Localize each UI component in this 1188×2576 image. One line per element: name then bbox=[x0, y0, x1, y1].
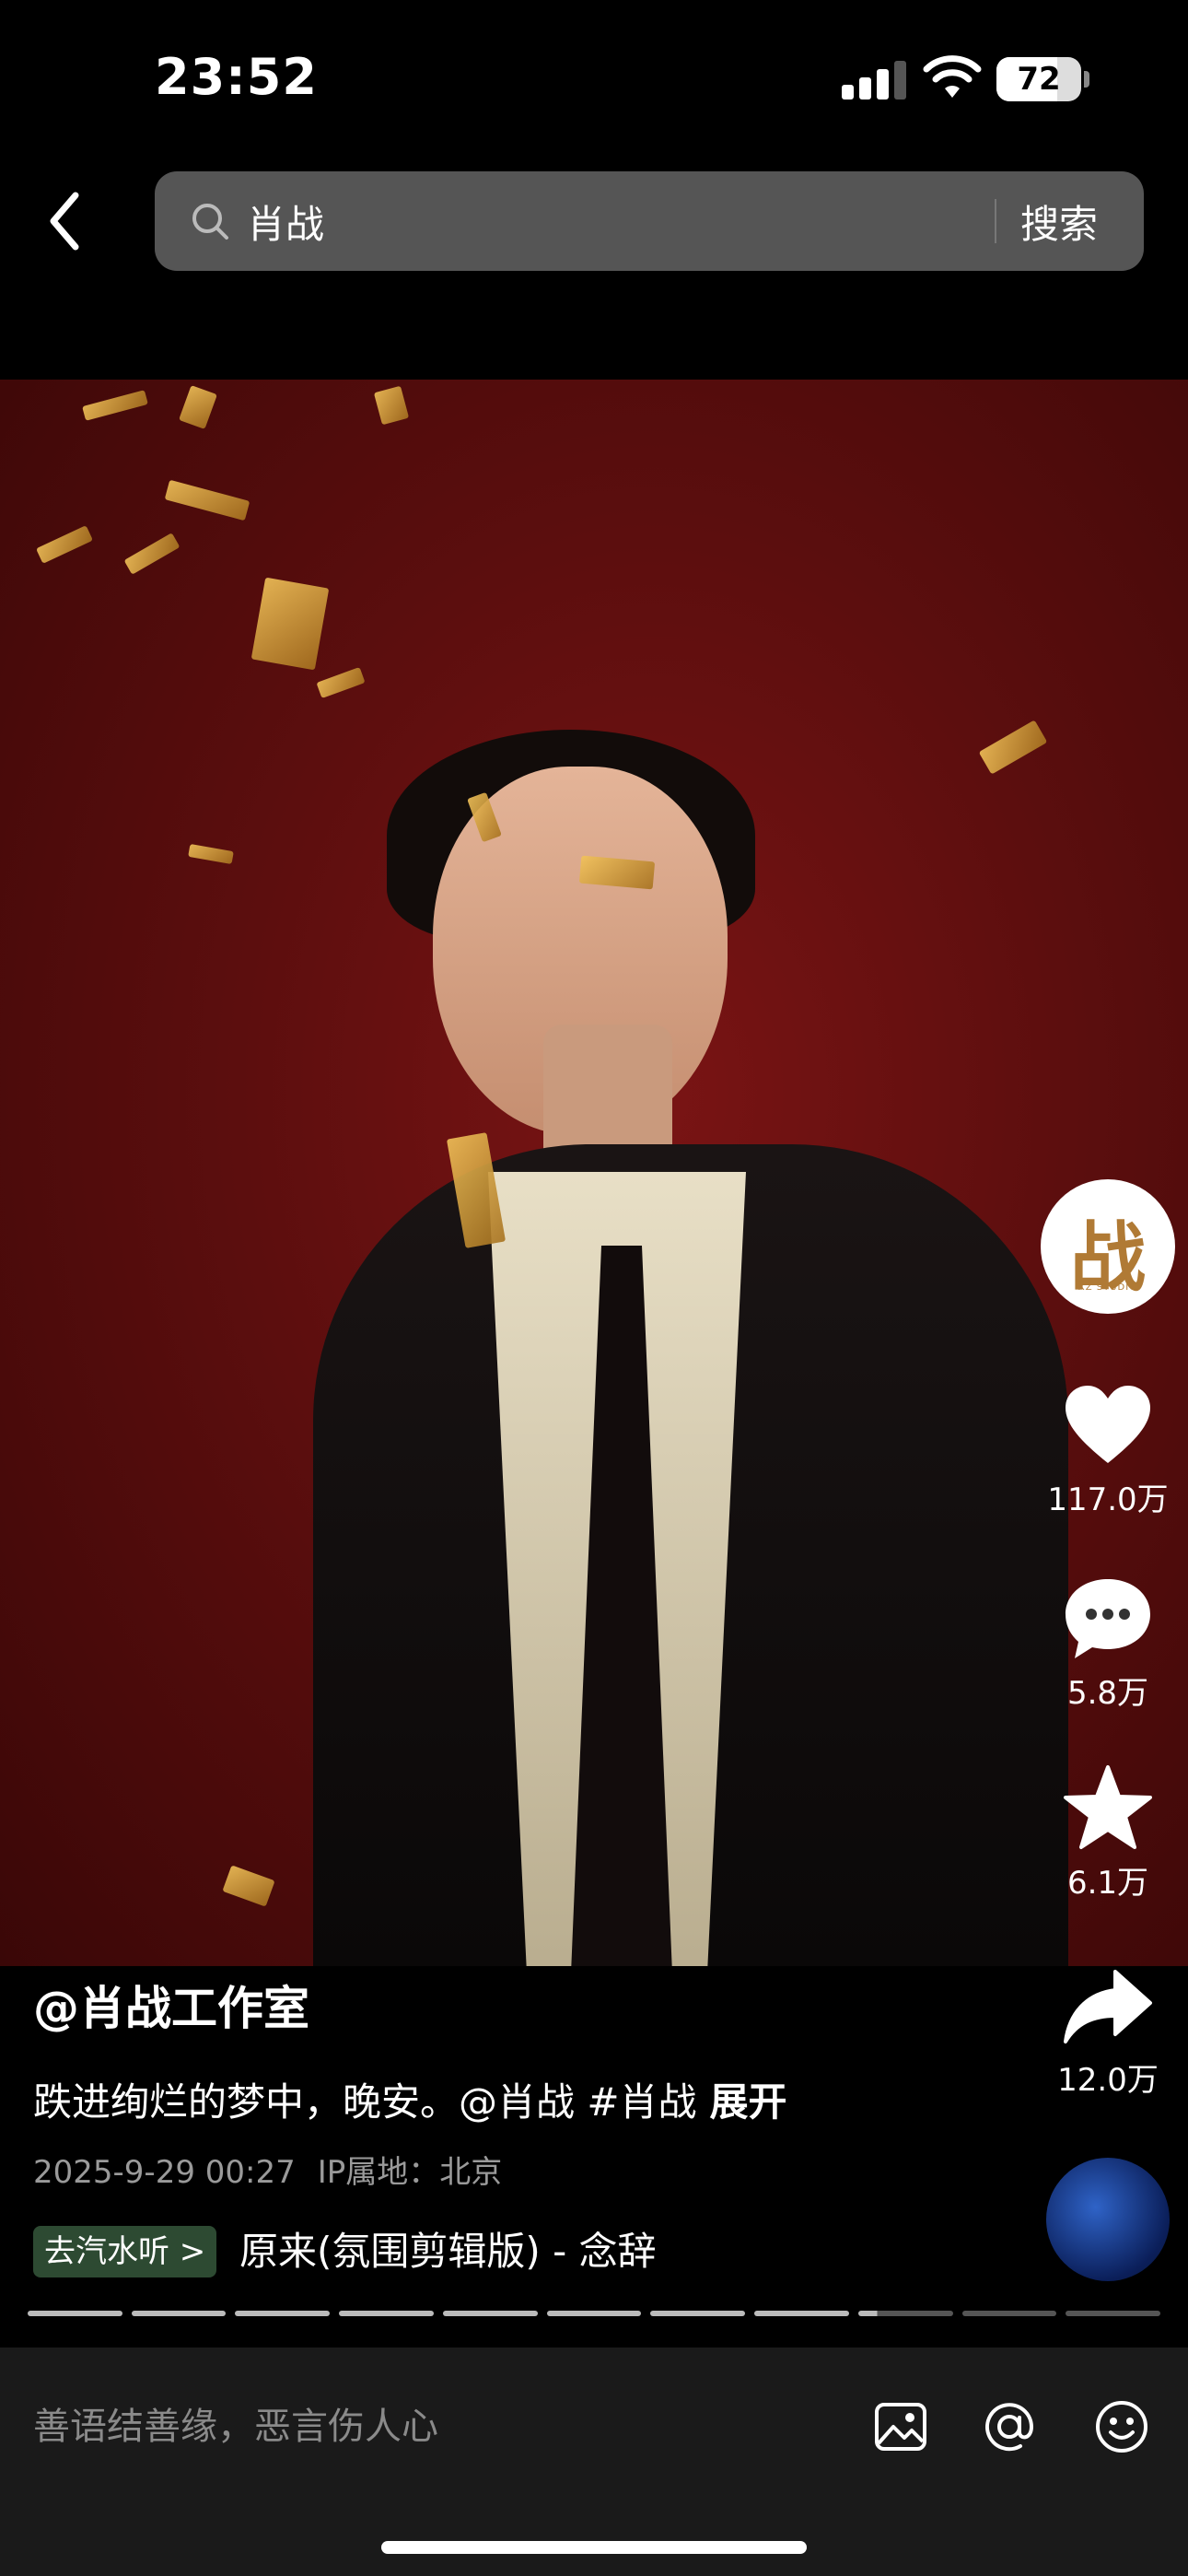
battery-level: 72 bbox=[1017, 61, 1061, 98]
clock: 23:52 bbox=[155, 48, 318, 106]
music-disc-icon[interactable] bbox=[1046, 2158, 1170, 2281]
progress-segment bbox=[754, 2311, 849, 2316]
comment-count: 5.8万 bbox=[1066, 1675, 1149, 1712]
progress-segment bbox=[339, 2311, 434, 2316]
search-bar[interactable]: 肖战 搜索 bbox=[155, 171, 1144, 271]
author-name[interactable]: @肖战工作室 bbox=[33, 1972, 309, 2038]
wifi-icon bbox=[923, 55, 982, 98]
share-button[interactable]: 12.0万 bbox=[1039, 1968, 1177, 2100]
share-count: 12.0万 bbox=[1057, 2062, 1159, 2099]
confetti bbox=[179, 385, 217, 429]
progress-segment bbox=[131, 2311, 227, 2316]
confetti bbox=[188, 843, 234, 865]
music-app-badge[interactable]: 去汽水听 > bbox=[33, 2226, 217, 2277]
battery-icon: 72 bbox=[996, 57, 1081, 101]
confetti bbox=[36, 525, 93, 564]
progress-segment bbox=[857, 2311, 953, 2316]
confetti bbox=[316, 666, 366, 699]
favorite-count: 6.1万 bbox=[1066, 1865, 1149, 1902]
author-avatar[interactable]: 战 XZ STUDIO bbox=[1041, 1179, 1175, 1314]
progress-segment bbox=[28, 2311, 122, 2316]
comment-bubble-icon bbox=[1066, 1579, 1150, 1658]
playlist-progress bbox=[28, 2311, 1161, 2318]
favorite-button[interactable]: 6.1万 bbox=[1039, 1765, 1177, 1903]
progress-segment bbox=[235, 2311, 331, 2316]
confetti bbox=[164, 479, 250, 521]
confetti bbox=[82, 390, 148, 421]
search-input[interactable]: 肖战 bbox=[247, 193, 324, 250]
confetti bbox=[250, 577, 330, 671]
at-icon[interactable] bbox=[980, 2397, 1039, 2456]
share-arrow-icon bbox=[1064, 1970, 1152, 2043]
confetti bbox=[222, 1865, 275, 1907]
battery-cap bbox=[1084, 71, 1089, 88]
post-caption: 跌进绚烂的梦中，晚安。@肖战 #肖战 展开 bbox=[33, 2071, 787, 2127]
image-icon[interactable] bbox=[871, 2397, 930, 2456]
author-avatar-subtext: XZ STUDIO bbox=[1077, 1282, 1138, 1293]
progress-segment bbox=[961, 2311, 1057, 2316]
star-icon bbox=[1064, 1765, 1152, 1849]
search-divider bbox=[995, 199, 996, 243]
search-icon bbox=[192, 204, 228, 240]
home-indicator[interactable] bbox=[381, 2541, 807, 2554]
progress-segment bbox=[442, 2311, 538, 2316]
progress-segment bbox=[650, 2311, 746, 2316]
comment-input[interactable] bbox=[33, 2399, 844, 2454]
confetti bbox=[373, 385, 410, 426]
progress-segment bbox=[1066, 2311, 1161, 2316]
video-player[interactable] bbox=[0, 380, 1188, 1966]
back-button[interactable] bbox=[37, 184, 92, 258]
search-button[interactable]: 搜索 bbox=[1020, 193, 1098, 250]
cellular-signal-icon bbox=[842, 59, 906, 100]
confetti bbox=[123, 533, 181, 575]
post-date: 2025-9-29 00:27 bbox=[33, 2154, 296, 2191]
confetti bbox=[978, 720, 1048, 775]
progress-segment bbox=[546, 2311, 642, 2316]
comment-button[interactable]: 5.8万 bbox=[1039, 1575, 1177, 1713]
like-button[interactable]: 117.0万 bbox=[1039, 1382, 1177, 1519]
comment-bar bbox=[0, 2348, 1188, 2576]
caption-text: 跌进绚烂的梦中，晚安。@肖战 #肖战 bbox=[33, 2079, 697, 2125]
heart-icon bbox=[1066, 1386, 1150, 1463]
music-title[interactable]: 原来(氛围剪辑版) - 念辞 bbox=[239, 2220, 700, 2277]
expand-caption-button[interactable]: 展开 bbox=[710, 2079, 787, 2125]
like-count: 117.0万 bbox=[1047, 1481, 1169, 1518]
status-bar: 23:52 72 bbox=[0, 0, 1188, 157]
emoji-icon[interactable] bbox=[1092, 2397, 1151, 2456]
post-meta: 2025-9-29 00:27 IP属地：北京 bbox=[33, 2147, 502, 2192]
ip-location: IP属地：北京 bbox=[317, 2154, 503, 2191]
